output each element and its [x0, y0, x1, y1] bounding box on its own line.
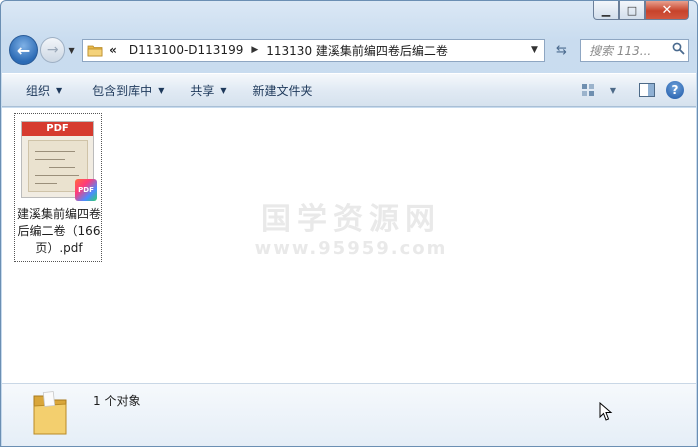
file-list[interactable]: 国学资源网 www.95959.com PDF PDF 建溪集前编四卷后编二卷（…	[2, 108, 696, 383]
recent-pages-dropdown[interactable]: ▼	[68, 46, 78, 55]
file-name-label: 建溪集前编四卷后编二卷（166页）.pdf	[17, 207, 102, 255]
chevron-down-icon: ▼	[220, 85, 227, 95]
view-controls: ▼ ?	[580, 81, 696, 99]
breadcrumb-overflow[interactable]: «	[109, 43, 117, 57]
maximize-button[interactable]: □	[619, 1, 645, 20]
share-menu[interactable]: 共享 ▼	[179, 74, 237, 106]
details-pane: 1 个对象	[2, 383, 696, 446]
include-in-library-menu[interactable]: 包含到库中 ▼	[81, 74, 175, 106]
new-folder-button[interactable]: 新建文件夹	[242, 74, 324, 106]
command-bar: 组织 ▼ 包含到库中 ▼ 共享 ▼ 新建文件夹 ▼ ?	[2, 73, 696, 107]
address-bar[interactable]: « D113100-D113199 ▶ 113130 建溪集前编四卷后编二卷 ▼	[82, 38, 545, 62]
search-icon	[668, 42, 688, 58]
chevron-down-icon: ▼	[56, 85, 63, 95]
include-in-library-label: 包含到库中	[92, 83, 153, 98]
minimize-button[interactable]: ▁	[593, 1, 619, 20]
forward-button[interactable]: →	[40, 37, 66, 63]
watermark: 国学资源网 www.95959.com	[236, 194, 466, 259]
pdf-app-icon: PDF	[75, 179, 97, 201]
chevron-down-icon: ▼	[158, 85, 165, 95]
search-input[interactable]: 搜索 113...	[580, 38, 690, 62]
watermark-url: www.95959.com	[254, 238, 448, 259]
refresh-icon: ⇆	[556, 42, 567, 58]
address-dropdown-icon[interactable]: ▼	[531, 45, 538, 55]
help-icon[interactable]: ?	[666, 81, 684, 99]
change-view-icon[interactable]	[580, 82, 598, 98]
explorer-window: ▁ □ ✕ ← → ▼ « D113100-D113199 ▶ 113130 建…	[0, 0, 698, 447]
navigation-bar: ← → ▼ « D113100-D113199 ▶ 113130 建溪集前编四卷…	[9, 34, 690, 66]
preview-pane-icon[interactable]	[638, 82, 656, 98]
search-placeholder: 搜索 113...	[589, 43, 652, 58]
breadcrumb-item-current[interactable]: 113130 建溪集前编四卷后编二卷	[266, 42, 448, 59]
item-count: 1 个对象	[93, 394, 141, 408]
breadcrumb-item-parent[interactable]: D113100-D113199	[129, 43, 243, 57]
watermark-title: 国学资源网	[261, 202, 441, 237]
new-folder-label: 新建文件夹	[252, 83, 313, 98]
pdf-thumbnail-header: PDF	[22, 122, 93, 136]
share-label: 共享	[190, 83, 215, 98]
pdf-thumbnail: PDF PDF	[21, 121, 97, 201]
view-options-dropdown-icon[interactable]: ▼	[608, 82, 618, 98]
folder-icon	[87, 43, 103, 57]
organize-menu[interactable]: 组织 ▼	[2, 74, 73, 106]
mouse-pointer-icon	[599, 401, 613, 422]
refresh-button[interactable]: ⇆	[549, 39, 574, 62]
back-button[interactable]: ←	[9, 35, 39, 65]
breadcrumb-chevron-icon[interactable]: ▶	[251, 45, 258, 55]
folder-icon	[30, 390, 70, 438]
caption-buttons: ▁ □ ✕	[593, 1, 689, 20]
file-item[interactable]: PDF PDF 建溪集前编四卷后编二卷（166页）.pdf	[14, 113, 102, 262]
close-button[interactable]: ✕	[645, 1, 689, 20]
organize-label: 组织	[26, 83, 51, 98]
